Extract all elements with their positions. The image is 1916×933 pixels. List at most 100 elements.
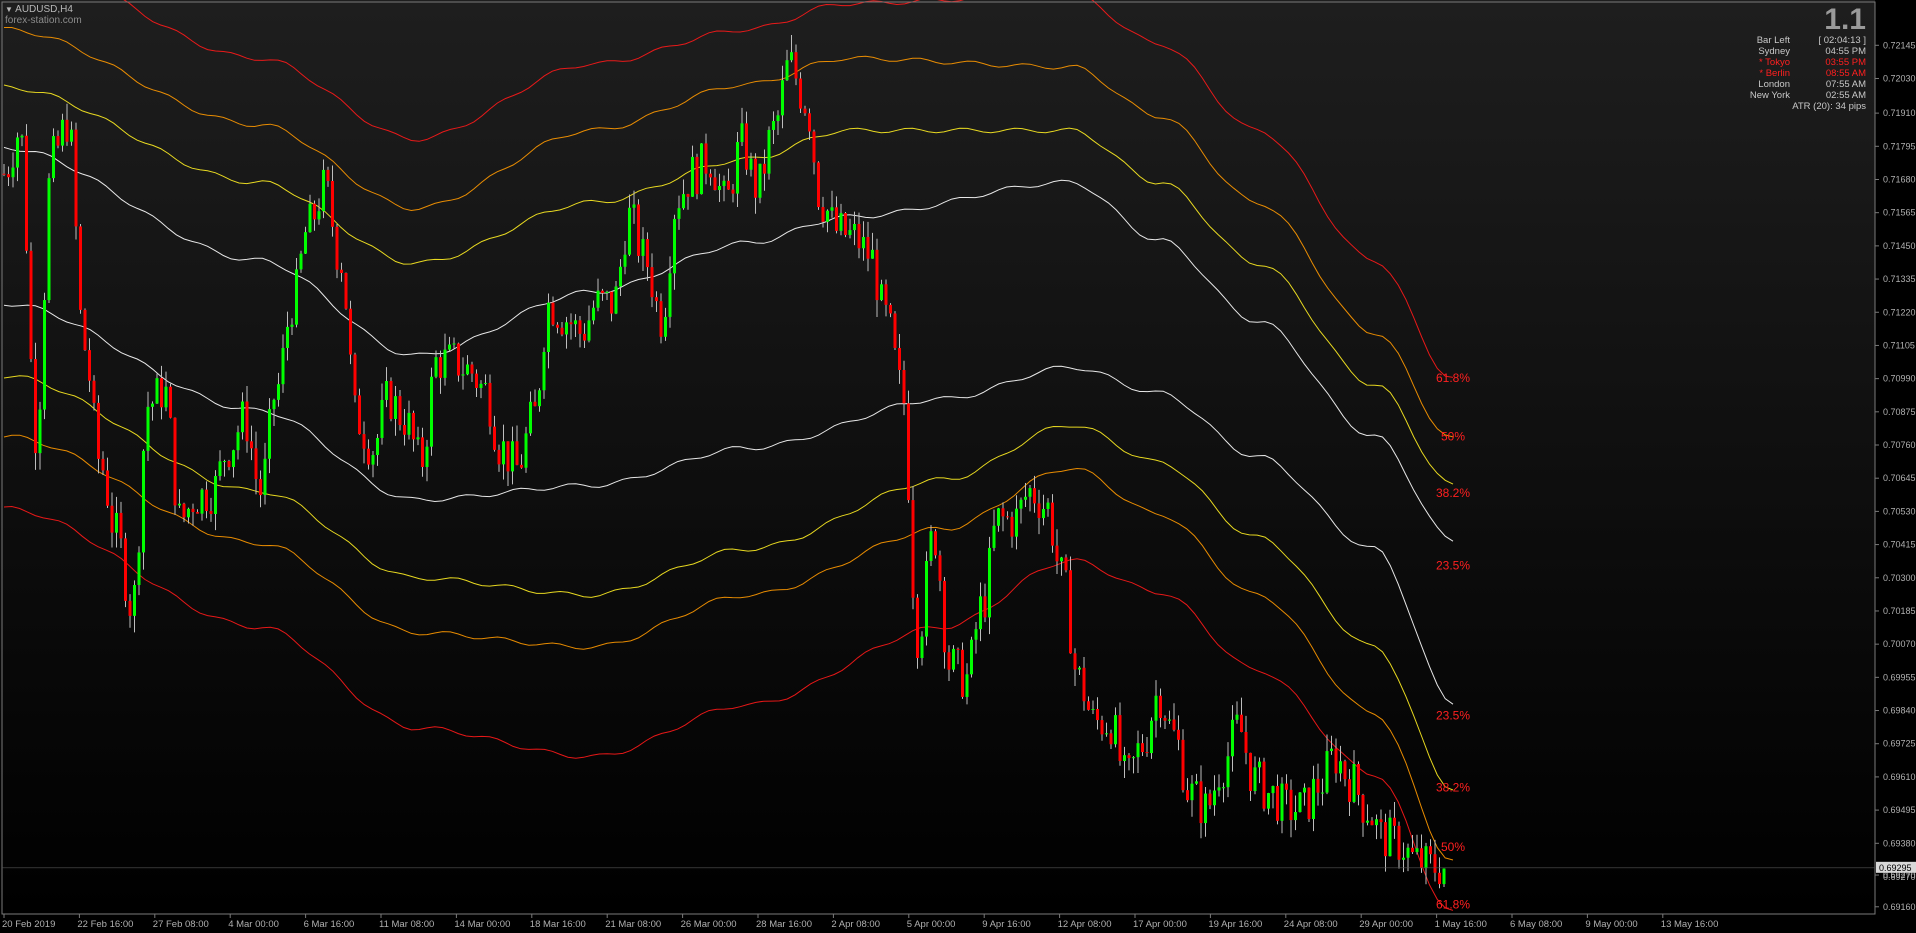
candle-bull: [277, 384, 280, 400]
candle-bear: [1177, 729, 1180, 740]
candle-bull: [619, 266, 622, 287]
candle-bear: [1118, 715, 1122, 762]
candle-bear: [124, 538, 127, 601]
candle-bull: [511, 441, 514, 472]
candle-bull: [484, 382, 487, 384]
candle-bull: [1190, 783, 1194, 801]
candle-bull: [1312, 778, 1315, 820]
candle-bull: [1303, 787, 1306, 793]
session-value: 07:55 AM: [1825, 79, 1866, 90]
x-tick-label: 20 Feb 2019: [2, 919, 55, 930]
candle-bear: [1316, 778, 1320, 793]
candle-bear: [1276, 786, 1279, 821]
candle-bear: [763, 163, 766, 174]
symbol-header: ▼ AUDUSD,H4 forex-station.com: [5, 4, 82, 26]
candle-bear: [457, 343, 460, 376]
candle-bear: [520, 464, 523, 468]
x-tick-label: 2 Apr 08:00: [831, 919, 880, 930]
candle-bull: [1154, 695, 1158, 721]
candle-bull: [1415, 848, 1419, 853]
candle-bear: [34, 359, 37, 454]
candle-bear: [1159, 695, 1162, 718]
candle-bull: [1226, 756, 1230, 788]
candle-bear: [956, 648, 960, 650]
candle-bull: [952, 648, 955, 670]
candle-bear: [907, 403, 910, 501]
candle-bull: [1294, 812, 1297, 821]
candle-bull: [308, 203, 312, 233]
candle-bear: [475, 373, 478, 388]
candle-bull: [1136, 743, 1140, 758]
candle-bull: [1424, 846, 1428, 869]
x-tick-label: 6 May 08:00: [1510, 919, 1562, 930]
candle-bear: [1384, 822, 1387, 857]
x-tick-label: 6 Mar 16:00: [304, 919, 355, 930]
candle-bull: [1258, 761, 1261, 768]
candle-bull: [925, 560, 928, 637]
candle-bear: [1141, 743, 1144, 753]
candle-bear: [884, 284, 888, 305]
candle-bull: [722, 180, 726, 186]
x-tick-label: 22 Feb 16:00: [77, 919, 133, 930]
candle-bear: [745, 123, 748, 170]
collapse-arrow-icon[interactable]: ▼: [5, 5, 13, 14]
candle-bull: [776, 115, 780, 122]
candle-bull: [133, 585, 136, 616]
candle-bear: [412, 412, 415, 440]
candle-bull: [749, 158, 753, 170]
candle-bear: [1186, 790, 1189, 801]
candle-bull: [380, 399, 384, 438]
fib-label: 38.2%: [1436, 781, 1470, 795]
candle-bull: [38, 409, 42, 454]
candle-bull: [502, 441, 505, 465]
candle-bear: [250, 441, 253, 449]
y-tick-label: 0.71680: [1883, 174, 1916, 184]
price-chart[interactable]: 61.8% 50% 38.2% 23.5% 23.5% 38.2% 50% 61.8% 0.7…: [0, 0, 1916, 933]
x-tick-label: 26 Mar 00:00: [681, 919, 737, 930]
candle-bull: [1168, 719, 1171, 721]
candle-bull: [47, 178, 51, 301]
candle-bull: [1150, 720, 1153, 754]
candle-bull: [1091, 708, 1095, 710]
candle-bear: [1433, 854, 1437, 873]
big-value: 1.1: [1824, 3, 1866, 36]
candle-bull: [425, 446, 429, 467]
candle-bull: [394, 396, 397, 419]
candle-bear: [1199, 781, 1203, 824]
atr-readout: ATR (20): 34 pips: [1792, 101, 1866, 112]
candle-bear: [569, 322, 573, 325]
candle-bull: [286, 326, 289, 348]
candle-bull: [614, 286, 618, 314]
candle-bear: [97, 402, 100, 459]
candle-bear: [515, 441, 519, 465]
candle-bear: [560, 327, 564, 335]
fib-label: 23.5%: [1436, 558, 1470, 572]
candle-bear: [1037, 503, 1041, 519]
candle-bull: [772, 121, 775, 130]
candle-bear: [254, 448, 258, 480]
x-tick-label: 1 May 16:00: [1435, 919, 1487, 930]
candle-bear: [1393, 817, 1396, 826]
candle-bull: [574, 320, 577, 325]
candle-bull: [430, 376, 433, 447]
chart-window[interactable]: 61.8% 50% 38.2% 23.5% 23.5% 38.2% 50% 61.8% 0.7…: [0, 0, 1916, 933]
fib-label: 38.2%: [1436, 486, 1470, 500]
candle-bear: [398, 396, 402, 425]
candle-bull: [641, 239, 645, 256]
candle-bull: [997, 508, 1000, 526]
candle-bear: [29, 250, 33, 360]
candle-bear: [1033, 488, 1036, 504]
candle-bull: [268, 409, 271, 459]
candle-bear: [7, 174, 10, 178]
y-tick-label: 0.70760: [1883, 440, 1916, 450]
candle-bear: [799, 78, 802, 109]
candle-bull: [223, 461, 226, 463]
candle-bull: [547, 302, 550, 352]
x-tick-label: 19 Apr 16:00: [1208, 919, 1262, 930]
candle-bear: [551, 302, 555, 325]
candle-bull: [16, 137, 19, 168]
candle-bull: [974, 629, 978, 640]
candle-bull: [11, 167, 15, 178]
candle-bull: [790, 52, 793, 61]
session-label: London: [1758, 79, 1790, 90]
